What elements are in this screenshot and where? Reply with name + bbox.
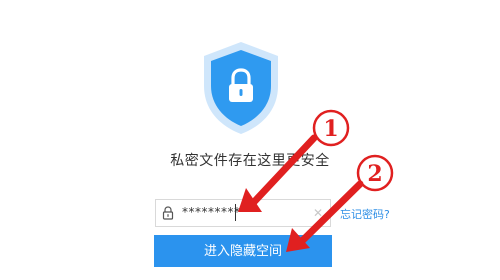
security-subtitle: 私密文件存在这里更安全 <box>170 153 330 169</box>
password-field[interactable]: ********* ✕ <box>155 199 331 227</box>
private-space-unlock-screen: 私密文件存在这里更安全 ********* ✕ 忘记密码? 进入隐藏空间 1 2 <box>0 0 500 280</box>
annotation-marker-1-label: 1 <box>323 116 338 142</box>
annotation-marker-1: 1 <box>312 109 350 147</box>
forgot-password-link[interactable]: 忘记密码? <box>340 206 390 222</box>
annotation-marker-2: 2 <box>356 154 394 192</box>
enter-hidden-space-button[interactable]: 进入隐藏空间 <box>154 235 332 267</box>
shield-lock-icon <box>204 42 278 134</box>
text-caret <box>235 204 236 221</box>
password-value: ********* <box>182 205 241 219</box>
clear-icon[interactable]: ✕ <box>312 207 324 219</box>
annotation-marker-2-label: 2 <box>367 161 382 187</box>
lock-icon <box>162 206 174 220</box>
